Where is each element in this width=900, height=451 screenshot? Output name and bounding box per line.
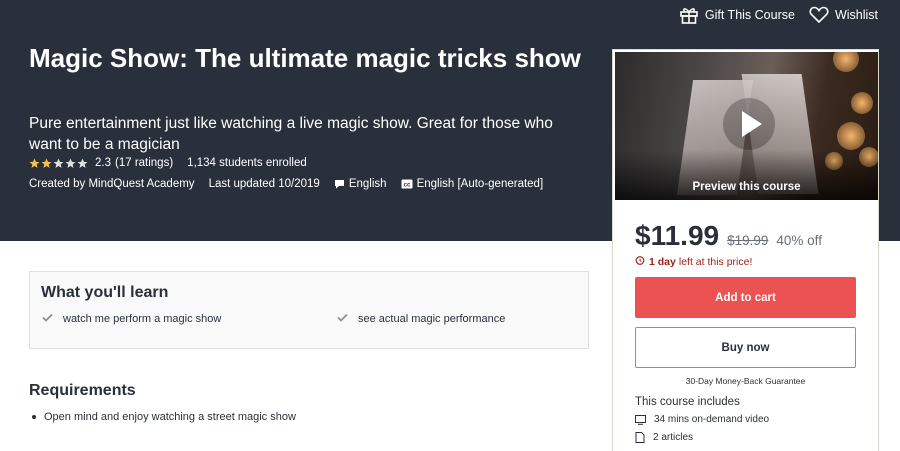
money-back-guarantee: 30-Day Money-Back Guarantee [685,376,806,386]
requirement-label: Open mind and enjoy watching a street ma… [44,411,296,423]
star-empty-icon [53,158,64,168]
learn-item-label: see actual magic performance [358,313,506,325]
students-enrolled: 1,134 students enrolled [187,157,307,169]
bullet-icon [32,415,36,419]
learn-title: What you'll learn [41,284,169,301]
include-item-label: 34 mins on-demand video [654,414,770,425]
star-icon [41,158,52,168]
heart-icon [809,6,829,24]
gift-course-label: Gift This Course [704,8,795,22]
learn-item: see actual magic performance [337,313,505,325]
include-item: 34 mins on-demand video [635,414,769,425]
requirements-title: Requirements [29,382,136,399]
purchase-card: Preview this course $11.99 $19.99 40% of… [612,49,879,451]
bokeh-light [851,92,873,114]
star-empty-icon [77,158,88,168]
gift-course-link[interactable]: Gift This Course [679,6,795,24]
add-to-cart-button[interactable]: Add to cart [635,277,856,318]
closed-caption-icon: cc [401,179,413,189]
created-by[interactable]: Created by MindQuest Academy [29,178,195,190]
star-empty-icon [65,158,76,168]
rating-value: 2.3 [95,157,111,169]
include-item-label: 2 articles [653,432,694,443]
price-timer: 1 day left at this price! [635,255,752,268]
check-icon [337,313,348,325]
requirement-item: Open mind and enjoy watching a street ma… [32,411,296,423]
include-item: 2 articles [635,432,693,443]
top-links: Gift This Course Wishlist [679,6,878,24]
rating-row: 2.3 (17 ratings) 1,134 students enrolled [29,157,307,169]
file-icon [635,432,645,443]
wishlist-label: Wishlist [834,8,878,22]
discount-badge: 40% off [776,233,822,248]
alarm-clock-icon [635,255,645,268]
learn-item: watch me perform a magic show [42,313,221,325]
details-row: Created by MindQuest Academy Last update… [29,178,543,190]
check-icon [42,313,53,325]
star-rating [29,158,88,169]
timer-rest: left at this price! [678,255,753,268]
star-icon [29,158,40,168]
course-preview-video[interactable]: Preview this course [615,52,878,200]
buy-now-button[interactable]: Buy now [635,327,856,368]
rating-count[interactable]: (17 ratings) [115,157,173,169]
course-title: Magic Show: The ultimate magic tricks sh… [29,43,581,73]
course-subtitle: Pure entertainment just like watching a … [29,115,553,153]
svg-text:cc: cc [403,183,410,189]
speech-bubble-icon [334,179,345,189]
last-updated: Last updated 10/2019 [208,178,320,190]
gift-icon [679,6,699,24]
course-captions: English [Auto-generated] [416,178,544,190]
wishlist-link[interactable]: Wishlist [809,6,878,24]
video-icon [635,414,646,425]
includes-title: This course includes [635,396,740,408]
bokeh-light [833,52,859,72]
play-icon[interactable] [721,96,777,152]
price-row: $11.99 $19.99 40% off [635,220,822,252]
course-language: English [348,178,387,190]
timer-bold: 1 day [649,255,676,268]
current-price: $11.99 [635,220,720,251]
original-price: $19.99 [727,233,769,248]
what-you-learn-box: What you'll learn watch me perform a mag… [29,271,589,349]
preview-label: Preview this course [692,181,801,193]
bokeh-light [837,122,865,150]
learn-item-label: watch me perform a magic show [63,313,222,325]
